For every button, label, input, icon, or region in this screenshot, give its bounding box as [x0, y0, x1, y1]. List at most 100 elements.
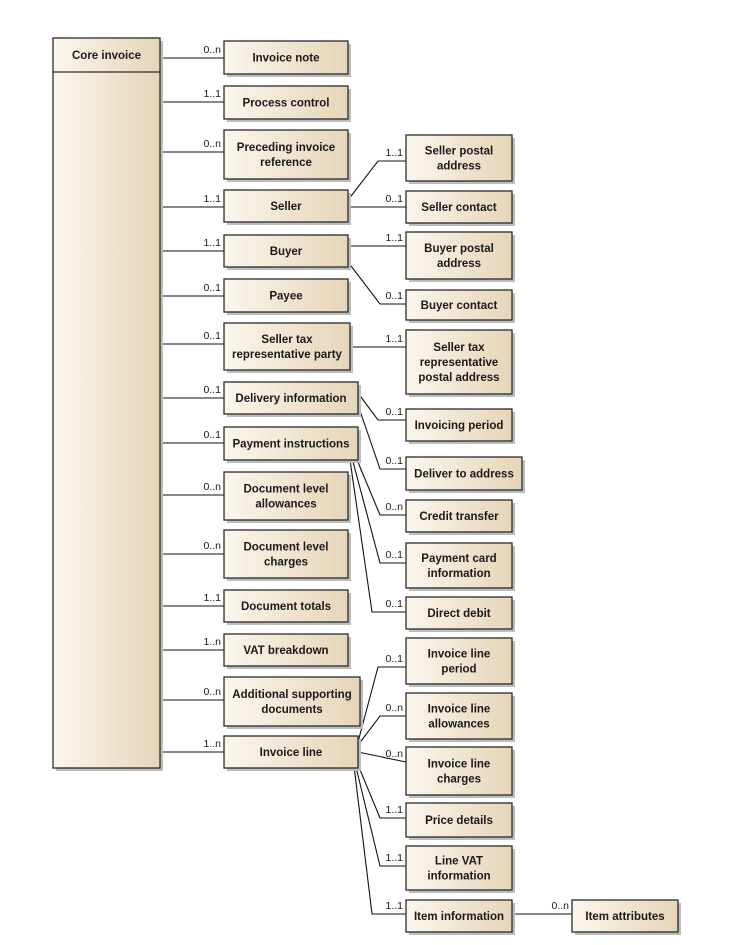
box-body: [405, 845, 513, 891]
class-box-doc-charges[interactable]: Document level charges: [223, 529, 351, 581]
class-box-payment[interactable]: Payment instructions: [223, 426, 361, 463]
class-name-line: Invoice line: [260, 747, 323, 759]
box-body: [405, 637, 513, 685]
class-name-line: documents: [261, 704, 322, 716]
multiplicity-label: 0..n: [203, 540, 221, 552]
class-box-price-details[interactable]: Price details: [405, 802, 515, 840]
class-name-line: Document totals: [241, 601, 331, 613]
class-name-line: address: [437, 161, 481, 173]
class-name-line: Document level: [244, 542, 329, 554]
multiplicity-label: 1..1: [203, 592, 221, 604]
multiplicity-label: 1..1: [385, 333, 403, 345]
class-box-doc-totals[interactable]: Document totals: [223, 589, 351, 625]
class-name-line: Invoice line: [428, 704, 491, 716]
class-name-line: Seller contact: [421, 202, 497, 214]
box-body: [405, 692, 513, 740]
class-name-line: representative: [420, 357, 499, 369]
class-box-payment-card[interactable]: Payment card information: [405, 542, 515, 591]
class-box-process-control[interactable]: Process control: [223, 85, 351, 122]
class-box-seller-tax[interactable]: Seller tax representative party: [223, 322, 353, 373]
multiplicity-label: 0..n: [385, 748, 403, 760]
class-box-buyer-contact[interactable]: Buyer contact: [405, 289, 515, 323]
class-name-line: Buyer: [270, 246, 303, 258]
class-name-line: reference: [260, 157, 312, 169]
class-box-seller-postal[interactable]: Seller postal address: [405, 134, 515, 184]
class-name-line: period: [441, 664, 476, 676]
class-name-line: address: [437, 258, 481, 270]
multiplicity-label: 1..n: [203, 738, 221, 750]
class-name-line: information: [427, 871, 490, 883]
box-body: [223, 129, 349, 180]
class-name-line: Credit transfer: [419, 511, 499, 523]
class-name-line: Invoice note: [252, 53, 319, 65]
box-body: [223, 676, 361, 727]
box-body: [405, 746, 513, 796]
multiplicity-label: 0..1: [385, 455, 403, 467]
association-line-line-allow: [357, 715, 406, 746]
multiplicity-label: 0..n: [203, 44, 221, 56]
class-box-preceding[interactable]: Preceding invoice reference: [223, 129, 351, 182]
class-name-line: Document level: [244, 484, 329, 496]
multiplicity-label: 0..1: [385, 653, 403, 665]
class-name-line: Delivery information: [235, 393, 346, 405]
class-box-item-info[interactable]: Item information: [405, 899, 515, 935]
class-name-line: Seller postal: [425, 146, 493, 158]
multiplicity-label: 0..1: [385, 290, 403, 302]
class-box-buyer-postal[interactable]: Buyer postal address: [405, 231, 515, 282]
class-box-seller[interactable]: Seller: [223, 189, 351, 225]
class-box-item-attr[interactable]: Item attributes: [571, 899, 681, 935]
class-name-line: Item attributes: [585, 911, 664, 923]
class-name-line: Direct debit: [427, 608, 490, 620]
class-name-line: Invoice line: [428, 649, 491, 661]
class-name-line: postal address: [418, 372, 499, 384]
multiplicity-label: 1..1: [385, 147, 403, 159]
class-box-additional[interactable]: Additional supporting documents: [223, 676, 363, 729]
class-name-line: Seller tax: [433, 342, 485, 354]
class-box-doc-allow[interactable]: Document level allowances: [223, 471, 351, 523]
class-name-line: Invoice line: [428, 759, 491, 771]
class-box-line-charges[interactable]: Invoice line charges: [405, 746, 515, 798]
class-name-line: information: [427, 568, 490, 580]
association-line-item-info: [353, 765, 406, 915]
class-box-payee[interactable]: Payee: [223, 278, 351, 315]
class-name-line: allowances: [255, 499, 316, 511]
class-name-line: Seller tax: [261, 334, 313, 346]
class-name-line: Deliver to address: [414, 469, 514, 481]
multiplicity-label: 0..1: [203, 282, 221, 294]
class-name-line: Payment card: [421, 553, 496, 565]
class-name-line: allowances: [428, 719, 489, 731]
multiplicity-label: 0..n: [203, 686, 221, 698]
multiplicity-label: 0..1: [203, 429, 221, 441]
uml-class-diagram: 0..n 1..1 0..n 1..1 1..1 0..1 0..1 0..1 0..1 0..n…: [52, 37, 681, 935]
class-box-invoice-note[interactable]: Invoice note: [223, 40, 351, 77]
class-box-deliver-to[interactable]: Deliver to address: [405, 456, 525, 493]
class-name-line: charges: [264, 557, 308, 569]
class-box-vat[interactable]: VAT breakdown: [223, 633, 351, 669]
multiplicity-label: 0..n: [203, 138, 221, 150]
multiplicity-label: 0..1: [385, 406, 403, 418]
class-box-line-allow[interactable]: Invoice line allowances: [405, 692, 515, 742]
class-box-credit-transfer[interactable]: Credit transfer: [405, 499, 515, 535]
class-box-buyer[interactable]: Buyer: [223, 234, 351, 270]
multiplicity-label: 0..n: [203, 481, 221, 493]
class-box-seller-contact[interactable]: Seller contact: [405, 190, 515, 226]
multiplicity-label: 1..1: [203, 88, 221, 100]
class-box-invoicing-period[interactable]: Invoicing period: [405, 408, 515, 444]
class-name-line: Seller: [270, 201, 302, 213]
multiplicity-label: 0..1: [203, 384, 221, 396]
class-box-line-period[interactable]: Invoice line period: [405, 637, 515, 687]
box-body: [223, 529, 349, 579]
class-name-line: Price details: [425, 815, 493, 827]
class-box-line-vat[interactable]: Line VAT information: [405, 845, 515, 893]
box-body: [405, 134, 513, 182]
class-name-line: Additional supporting: [232, 689, 351, 701]
class-box-seller-tax-postal[interactable]: Seller tax representative postal address: [405, 329, 515, 397]
class-name-line: Invoicing period: [415, 420, 504, 432]
class-box-invoice-line[interactable]: Invoice line: [223, 735, 361, 771]
multiplicity-label: 0..1: [385, 193, 403, 205]
multiplicity-label: 1..1: [385, 804, 403, 816]
class-name-line: Line VAT: [435, 856, 483, 868]
class-box-core[interactable]: Core invoice: [52, 37, 163, 771]
class-box-direct-debit[interactable]: Direct debit: [405, 596, 515, 632]
class-box-delivery[interactable]: Delivery information: [223, 381, 361, 417]
